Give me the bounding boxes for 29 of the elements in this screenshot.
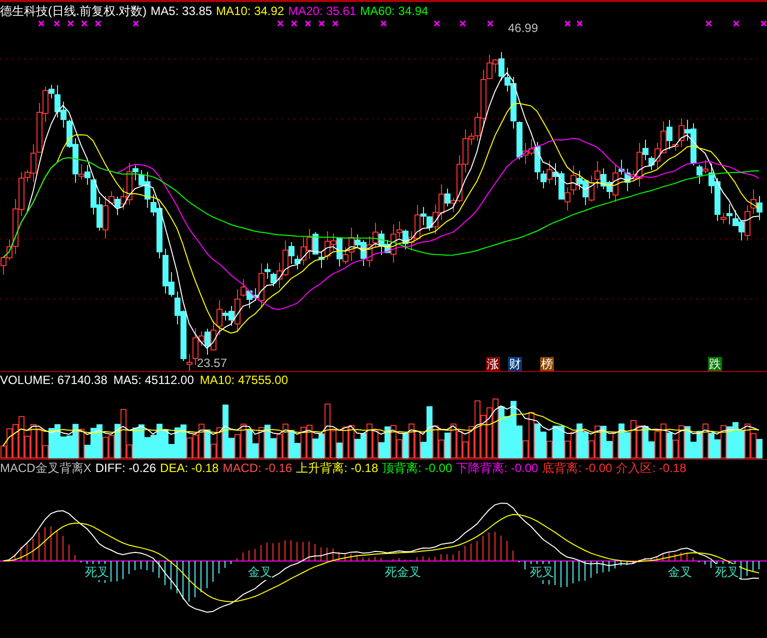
indicator-value: DIFF: -0.26 <box>95 460 156 476</box>
cross-signal-label: 金叉 <box>248 564 272 580</box>
event-tag[interactable]: 跌 <box>708 357 722 371</box>
indicator-value: 上升背离: -0.18 <box>296 460 378 476</box>
indicator-value: MACD: -0.16 <box>222 460 292 476</box>
indicator-value: 下降背离: -0.00 <box>456 460 538 476</box>
cross-signal-label: 死叉 <box>85 564 109 580</box>
high-price-label: 46.99 <box>508 20 538 36</box>
event-tag[interactable]: 财 <box>508 357 522 371</box>
indicator-value: MA5: 45112.00 <box>113 372 194 388</box>
indicator-value: MA60: 34.94 <box>360 2 428 18</box>
stock-title: 德生科技(日线.前复权.对数) <box>0 2 147 18</box>
low-price-label: 23.57 <box>197 355 228 371</box>
cross-signal-label: 死叉 <box>530 564 554 580</box>
indicator-value: MACD金叉背离X <box>0 460 92 476</box>
event-tag[interactable]: 涨 <box>486 357 500 371</box>
indicator-value: DEA: -0.18 <box>160 460 219 476</box>
event-tag[interactable]: 榜 <box>540 357 554 371</box>
indicator-value: MA5: 33.85 <box>150 2 212 18</box>
indicator-value: 介入区: -0.18 <box>616 460 686 476</box>
indicator-value: 底背离: -0.00 <box>542 460 612 476</box>
cross-signal-label: 死金叉 <box>385 564 421 580</box>
cross-signal-label: 死叉 <box>715 564 739 580</box>
indicator-value: MA10: 34.92 <box>216 2 284 18</box>
indicator-value: MA20: 35.61 <box>288 2 356 18</box>
cross-signal-label: 金叉 <box>668 564 692 580</box>
indicator-value: 顶背离: -0.00 <box>382 460 452 476</box>
indicator-value: VOLUME: 67140.38 <box>0 372 108 388</box>
indicator-value: MA10: 47555.00 <box>200 372 288 388</box>
